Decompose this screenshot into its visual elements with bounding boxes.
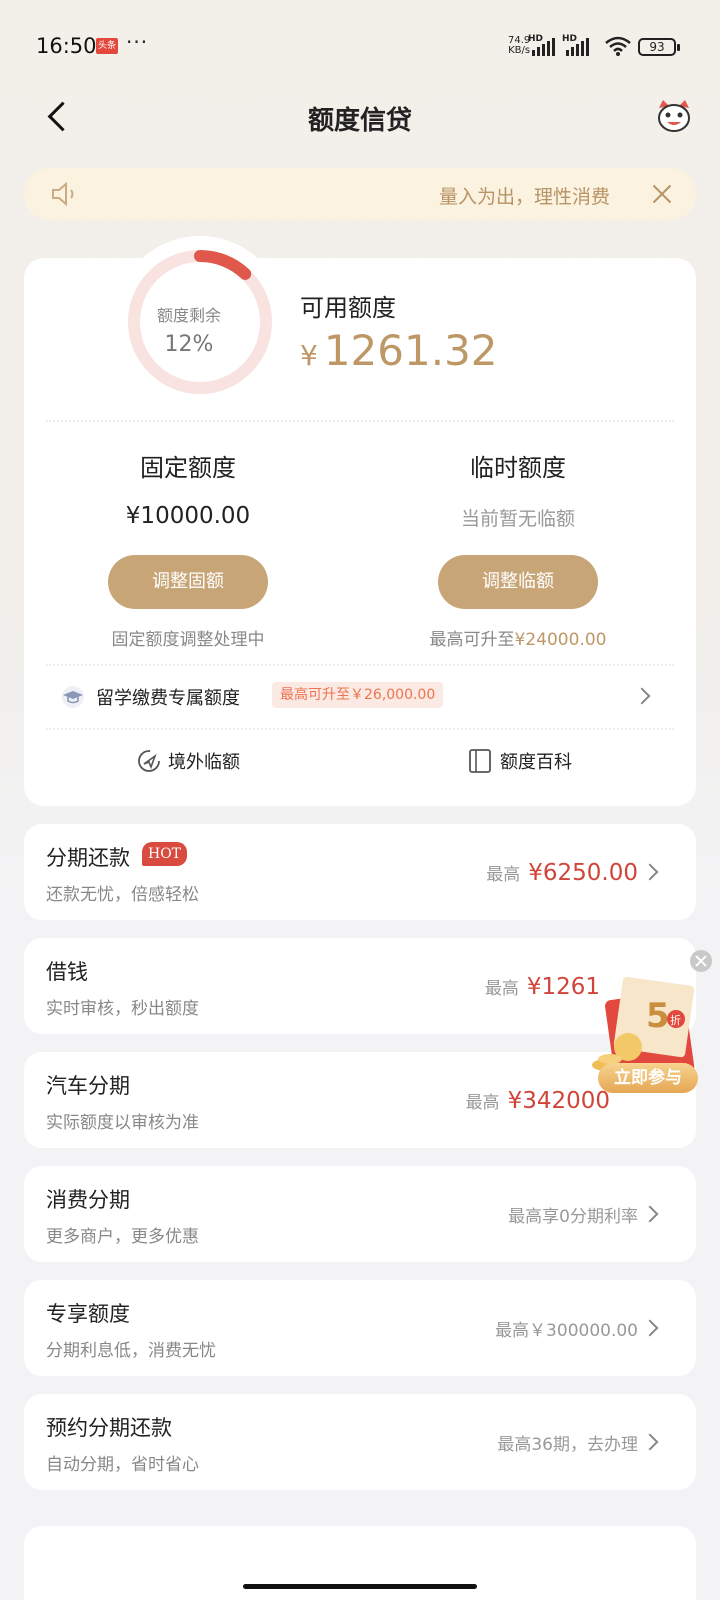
chevron-right-icon <box>641 863 659 881</box>
fixed-quota-amount: ¥10000.00 <box>125 503 251 529</box>
speaker-icon <box>52 182 74 206</box>
promo-small: 折 <box>670 1013 681 1027</box>
note-value: ¥24000.00 <box>514 630 607 650</box>
fixed-quota-note: 固定额度调整处理中 <box>111 630 265 650</box>
service-title: 预约分期还款 <box>46 1416 172 1440</box>
ring-label: 额度剩余 <box>156 306 221 325</box>
service-subtitle: 还款无忧，倍感轻松 <box>46 885 199 905</box>
service-title: 借钱 <box>46 960 88 984</box>
service-title: 专享额度 <box>46 1302 130 1326</box>
hd-label: HD <box>562 34 578 44</box>
service-title: 分期还款 <box>46 846 130 870</box>
service-subtitle: 自动分期，省时省心 <box>46 1455 199 1475</box>
note-prefix: 最高可升至 <box>429 630 515 650</box>
graduation-cap-icon <box>62 686 84 708</box>
amount-prefix: 最高 <box>486 865 521 885</box>
notice-text: 量入为出，理性消费 <box>438 186 610 208</box>
promo-floating-ad[interactable]: 5 折 立即参与 <box>584 975 704 1105</box>
service-subtitle: 实际额度以审核为准 <box>46 1113 199 1133</box>
amount-prefix: 最高 <box>465 1093 500 1113</box>
amount-prefix: 最高 <box>484 979 519 999</box>
service-right-text: 最高享0分期利率 <box>508 1207 638 1227</box>
available-value: 1261.32 <box>323 326 498 375</box>
available-label: 可用额度 <box>300 294 396 322</box>
service-title: 消费分期 <box>46 1188 130 1212</box>
service-subtitle: 更多商户，更多优惠 <box>46 1227 199 1247</box>
service-subtitle: 实时审核，秒出额度 <box>46 999 199 1019</box>
promo-close-icon[interactable] <box>690 950 712 972</box>
service-amount: 最高 ¥6250.00 <box>486 860 638 886</box>
wifi-icon <box>605 36 631 56</box>
divider <box>46 664 674 666</box>
promo-big: 5 <box>646 996 670 1036</box>
ring-percent: 12% <box>164 332 214 357</box>
service-right-text: 最高36期，去办理 <box>497 1435 638 1455</box>
temporary-quota-column: 临时额度 当前暂无临额 调整临额 最高可升至¥24000.00 <box>368 448 668 650</box>
quota-encyclopedia-label: 额度百科 <box>500 752 572 773</box>
temporary-quota-note: 最高可升至¥24000.00 <box>368 625 668 650</box>
chevron-right-icon <box>641 1319 659 1337</box>
plane-icon <box>138 750 160 772</box>
book-icon <box>469 749 491 773</box>
divider <box>46 728 674 730</box>
available-amount: ¥1261.32 <box>300 326 498 375</box>
hd-label: HD <box>528 34 544 44</box>
study-abroad-label: 留学缴费专属额度 <box>96 688 240 709</box>
fixed-quota-column: 固定额度 ¥10000.00 调整固额 固定额度调整处理中 <box>38 448 338 650</box>
more-notifications-icon: ··· <box>126 30 149 54</box>
service-row-consumer-installment[interactable]: 消费分期 更多商户，更多优惠 最高享0分期利率 <box>24 1166 696 1262</box>
network-speed: 74.9 KB/s <box>508 36 530 56</box>
adjust-temporary-button[interactable]: 调整临额 <box>438 555 598 609</box>
chevron-right-icon <box>641 1205 659 1223</box>
service-subtitle: 分期利息低，消费无忧 <box>46 1341 216 1361</box>
currency-symbol: ¥ <box>300 339 318 372</box>
amount-value: ¥6250.00 <box>528 860 638 886</box>
hot-badge: HOT <box>142 842 188 866</box>
status-bar: 16:50 头条 ··· 74.9 KB/s HD HD 93 <box>0 0 720 90</box>
adjust-fixed-button[interactable]: 调整固额 <box>108 555 268 609</box>
page-title: 额度信贷 <box>307 106 412 136</box>
study-abroad-quota-row[interactable]: 留学缴费专属额度 最高可升至￥26,000.00 <box>60 680 660 714</box>
chevron-right-icon <box>633 687 651 705</box>
divider <box>46 420 674 422</box>
signal-icon: HD <box>562 34 592 56</box>
home-indicator[interactable] <box>243 1584 477 1589</box>
temporary-quota-title: 临时额度 <box>470 454 566 482</box>
network-speed-unit: KB/s <box>508 45 531 56</box>
overseas-temporary-label: 境外临额 <box>168 752 240 773</box>
service-title: 汽车分期 <box>46 1074 130 1098</box>
status-time: 16:50 <box>36 34 97 58</box>
notice-bar: 量入为出，理性消费 <box>24 168 696 220</box>
close-icon[interactable] <box>648 180 676 208</box>
signal-icon: HD <box>528 34 558 56</box>
service-amount: 最高 ¥1261 <box>485 974 600 1000</box>
service-right-text: 最高￥300000.00 <box>495 1321 638 1341</box>
service-row-installment-repayment[interactable]: 分期还款 HOT 还款无忧，倍感轻松 最高 ¥6250.00 <box>24 824 696 920</box>
temporary-quota-status: 当前暂无临额 <box>460 508 575 530</box>
join-now-button[interactable]: 立即参与 <box>598 1063 698 1093</box>
service-row-scheduled-installment[interactable]: 预约分期还款 自动分期，省时省心 最高36期，去办理 <box>24 1394 696 1490</box>
battery-icon: 93 <box>638 38 680 56</box>
news-app-icon: 头条 <box>96 38 118 54</box>
quota-card: 额度剩余 12% 可用额度 ¥1261.32 固定额度 ¥10000.00 调整… <box>24 236 696 806</box>
service-row-exclusive-quota[interactable]: 专享额度 分期利息低，消费无忧 最高￥300000.00 <box>24 1280 696 1376</box>
study-abroad-tag: 最高可升至￥26,000.00 <box>272 682 444 708</box>
nav-bar: 额度信贷 <box>0 90 720 150</box>
mascot-icon[interactable] <box>654 98 694 134</box>
chevron-right-icon <box>641 1433 659 1451</box>
fixed-quota-title: 固定额度 <box>140 454 236 482</box>
